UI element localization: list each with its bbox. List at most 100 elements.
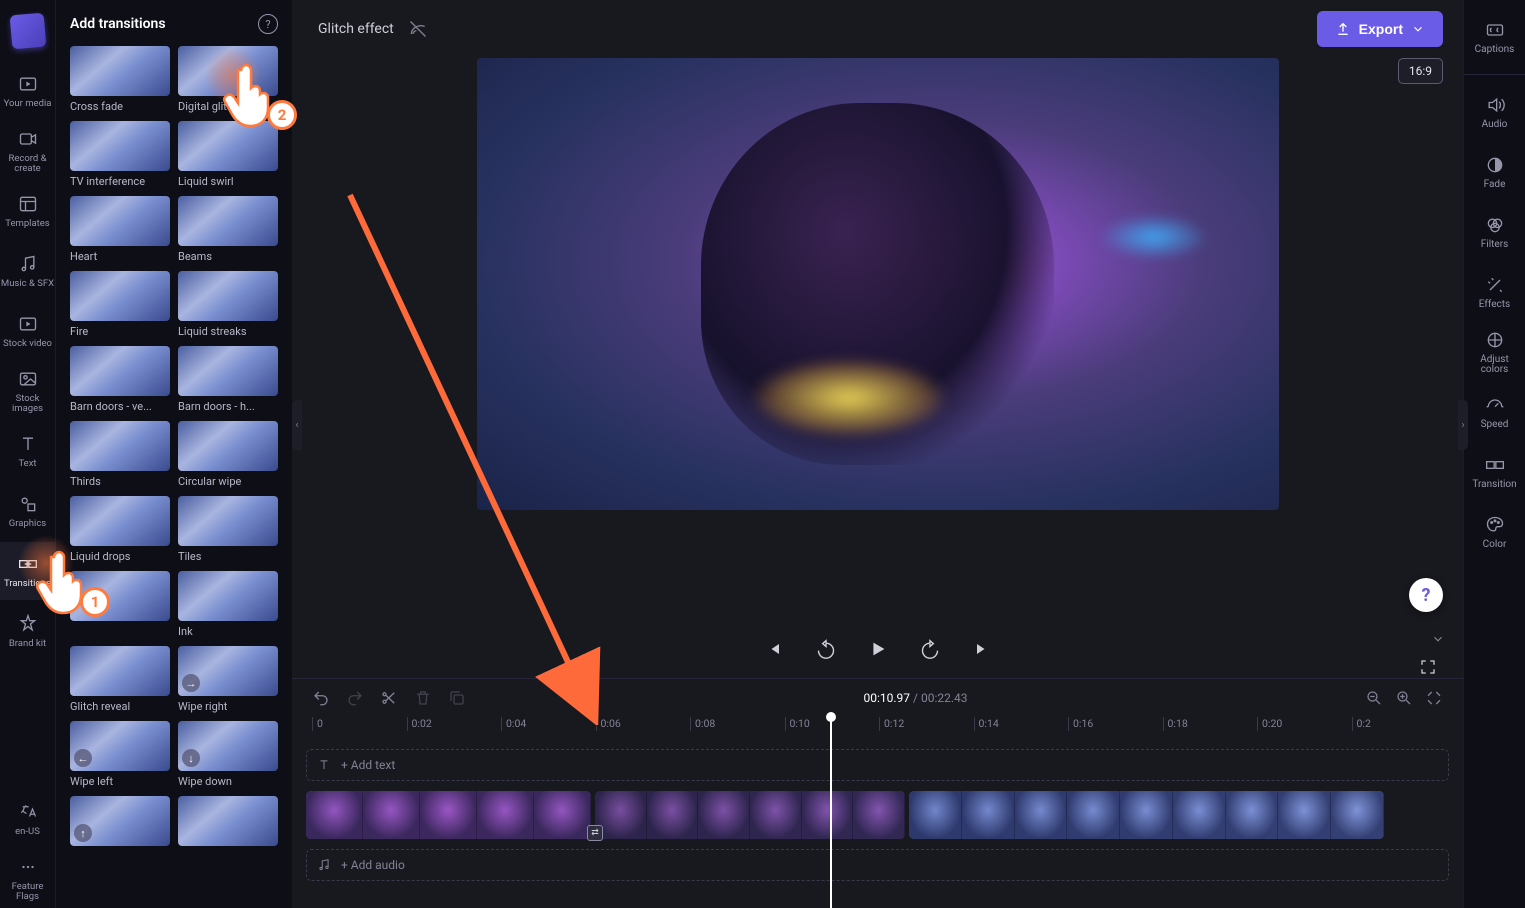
time-display: 00:10.97 / 00:22.43 [864,691,968,705]
rp-captions[interactable]: Captions [1469,12,1521,62]
help-icon[interactable]: ? [258,14,278,34]
transition-item[interactable]: Thirds [70,421,170,488]
transition-item[interactable] [178,796,278,846]
rp-label: Transition [1472,480,1516,491]
rp-speed[interactable]: Speed [1469,387,1521,437]
video-track[interactable]: ⇄ [306,791,1449,839]
collapse-right-panel[interactable]: › [1458,400,1468,450]
filters-icon [1484,214,1506,236]
undo-button[interactable] [312,689,330,707]
delete-button[interactable] [414,689,432,707]
timeline-ruler[interactable]: 00:020:040:060:080:100:120:140:160:180:2… [312,717,1463,739]
split-button[interactable] [380,689,398,707]
transition-label: Wipe left [70,775,170,788]
transition-item[interactable]: ↑ [70,796,170,846]
transition-item[interactable]: Fire [70,271,170,338]
transition-item[interactable]: Liquid drops [70,496,170,563]
rewind-button[interactable] [811,634,841,664]
app-logo[interactable] [9,13,46,50]
nav-templates[interactable]: Templates [0,182,56,240]
transition-item[interactable]: Barn doors - ve... [70,346,170,413]
top-bar: Glitch effect Export 16:9 [292,0,1463,58]
transition-item[interactable]: ↓Wipe down [178,721,278,788]
redo-button[interactable] [346,689,364,707]
rp-color[interactable]: Color [1469,507,1521,557]
transition-item[interactable]: Glitch reveal [70,646,170,713]
transition-item[interactable]: TV interference [70,121,170,188]
transition-item[interactable]: Barn doors - h... [178,346,278,413]
rp-label: Adjust colors [1469,355,1521,376]
video-clip-3[interactable] [909,791,1384,839]
transition-item[interactable]: Liquid streaks [178,271,278,338]
rp-effects[interactable]: Effects [1469,267,1521,317]
transition-item[interactable] [70,571,170,638]
media-icon [17,73,39,95]
video-preview[interactable] [477,58,1279,510]
nav-brand-kit[interactable]: Brand kit [0,602,56,660]
transition-item[interactable]: ←Wipe left [70,721,170,788]
collapse-left-panel[interactable]: ‹ [292,400,302,450]
export-button[interactable]: Export [1317,11,1443,47]
transition-item[interactable]: Cross fade [70,46,170,113]
aspect-ratio-selector[interactable]: 16:9 [1398,58,1443,84]
ruler-tick: 0 [312,717,323,731]
next-button[interactable] [967,634,997,664]
export-label: Export [1359,21,1403,37]
nav-music[interactable]: Music & SFX [0,242,56,300]
nav-graphics[interactable]: Graphics [0,482,56,540]
transition-item[interactable]: Beams [178,196,278,263]
zoom-fit-button[interactable] [1425,689,1443,707]
transition-label: Wipe right [178,700,278,713]
chevron-down-icon [1411,22,1425,36]
transition-item[interactable]: Circular wipe [178,421,278,488]
transition-item[interactable]: Tiles [178,496,278,563]
no-sound-icon[interactable] [408,19,428,39]
music-icon [317,858,331,872]
play-button[interactable] [863,634,893,664]
nav-stock-images[interactable]: Stock images [0,362,56,420]
text-icon [17,433,39,455]
prev-button[interactable] [759,634,789,664]
right-panel: Captions Audio Fade Filters Effects Adju… [1463,0,1525,908]
transition-item[interactable]: Ink [178,571,278,638]
time-current: 00:10.97 [864,691,911,705]
video-clip-2[interactable] [595,791,905,839]
help-fab[interactable]: ? [1409,578,1443,612]
forward-button[interactable] [915,634,945,664]
nav-your-media[interactable]: Your media [0,62,56,120]
zoom-out-button[interactable] [1365,689,1383,707]
fullscreen-button[interactable] [1419,658,1437,676]
video-clip-1[interactable] [306,791,591,839]
nav-stock-video[interactable]: Stock video [0,302,56,360]
text-track[interactable]: + Add text [306,749,1449,781]
transition-label: Circular wipe [178,475,278,488]
rp-audio[interactable]: Audio [1469,87,1521,137]
transition-marker[interactable]: ⇄ [587,825,603,841]
transition-item[interactable]: →Wipe right [178,646,278,713]
nav-record[interactable]: Record & create [0,122,56,180]
rp-adjust-colors[interactable]: Adjust colors [1469,327,1521,377]
nav-label: Graphics [9,519,46,529]
rp-label: Audio [1482,120,1508,131]
templates-icon [17,193,39,215]
audio-track[interactable]: + Add audio [306,849,1449,881]
zoom-in-button[interactable] [1395,689,1413,707]
rp-label: Speed [1481,420,1509,431]
nav-language[interactable]: en-US [0,790,56,848]
rp-fade[interactable]: Fade [1469,147,1521,197]
rp-transition[interactable]: Transition [1469,447,1521,497]
ruler-tick: 0:14 [974,717,999,731]
nav-label: Music & SFX [1,279,54,289]
transition-item[interactable]: Liquid swirl [178,121,278,188]
playhead[interactable] [830,717,832,908]
transition-label: Liquid streaks [178,325,278,338]
rp-filters[interactable]: Filters [1469,207,1521,257]
transition-item[interactable]: Heart [70,196,170,263]
nav-text[interactable]: Text [0,422,56,480]
ruler-tick: 0:18 [1163,717,1188,731]
transition-item[interactable]: Digital glitch [178,46,278,113]
nav-feature-flags[interactable]: Feature Flags [0,850,56,908]
media-title: Glitch effect [318,21,394,37]
duplicate-button[interactable] [448,689,466,707]
nav-transitions[interactable]: Transitions [0,542,56,600]
